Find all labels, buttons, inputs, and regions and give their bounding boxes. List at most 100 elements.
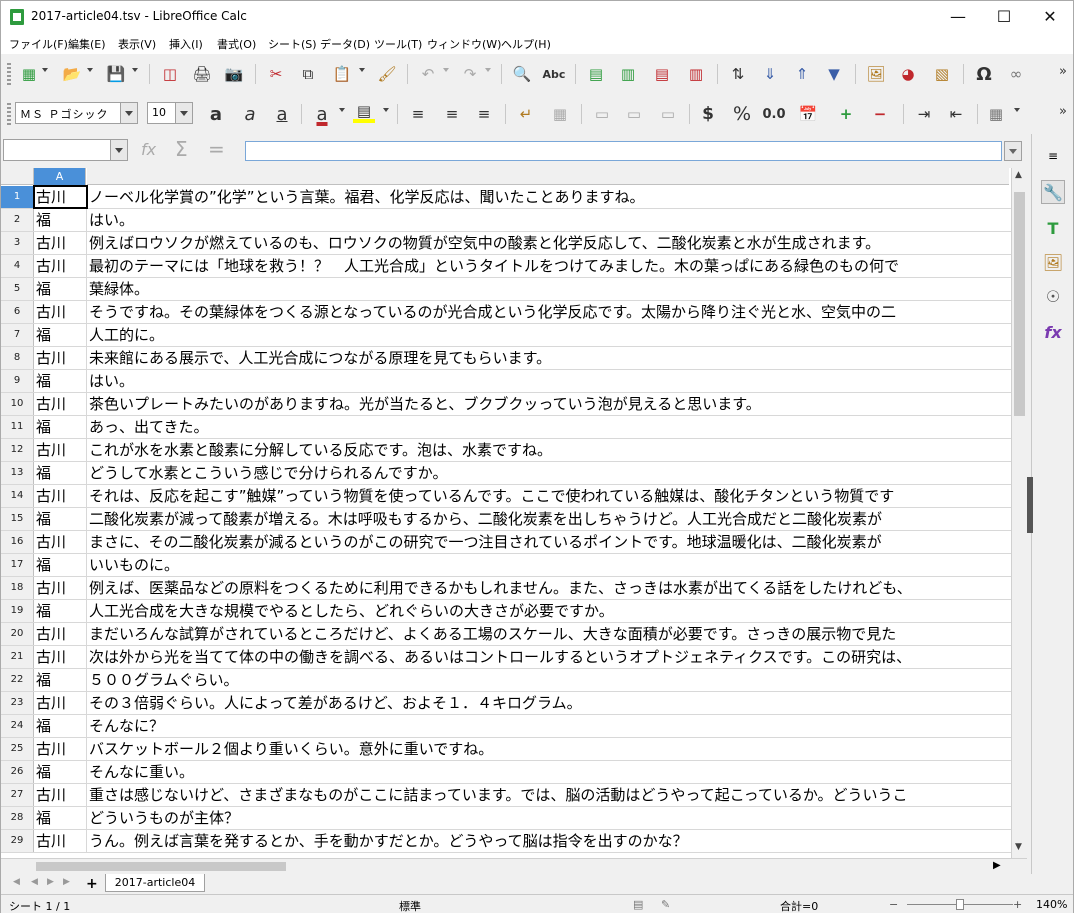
scroll-right-icon[interactable]: ▶ bbox=[993, 860, 1001, 871]
center-vertically-icon[interactable]: ▭ bbox=[623, 103, 645, 125]
add-sheet-button[interactable]: + bbox=[86, 876, 98, 892]
chevron-down-icon[interactable] bbox=[120, 103, 137, 123]
cell-utterance[interactable]: そんなに重い。 bbox=[87, 761, 1011, 783]
underline-icon[interactable]: a bbox=[271, 103, 293, 125]
cell-speaker[interactable]: 福 bbox=[34, 600, 87, 622]
first-sheet-icon[interactable]: ◀ bbox=[13, 877, 20, 887]
merge-cells-icon[interactable]: ▦ bbox=[549, 103, 571, 125]
previous-sheet-icon[interactable]: ◀ bbox=[31, 877, 38, 887]
copy-icon[interactable]: ⧉ bbox=[297, 63, 319, 85]
new-spreadsheet-icon[interactable]: ▦ bbox=[18, 63, 40, 85]
sort-ascending-icon[interactable]: ⇓ bbox=[759, 63, 781, 85]
align-bottom-icon[interactable]: ▭ bbox=[657, 103, 679, 125]
increase-indent-icon[interactable]: ⇥ bbox=[913, 103, 935, 125]
percent-format-button[interactable]: % bbox=[731, 103, 753, 125]
save-icon[interactable]: 💾 bbox=[105, 63, 127, 85]
insert-image-icon[interactable]: 🖼 bbox=[865, 63, 887, 85]
styles-icon[interactable]: T bbox=[1041, 216, 1065, 240]
print-preview-icon[interactable]: 📷 bbox=[223, 63, 245, 85]
maximize-button[interactable]: ☐ bbox=[981, 1, 1027, 32]
wrap-text-icon[interactable]: ↵ bbox=[515, 103, 537, 125]
cell-speaker[interactable]: 福 bbox=[34, 761, 87, 783]
cell-utterance[interactable]: これが水を水素と酸素に分解している反応です。泡は、水素ですね。 bbox=[87, 439, 1011, 461]
cell-speaker[interactable]: 福 bbox=[34, 370, 87, 392]
sort-icon[interactable]: ⇅ bbox=[727, 63, 749, 85]
formula-input[interactable] bbox=[245, 141, 1002, 161]
scroll-down-icon[interactable]: ▼ bbox=[1015, 842, 1022, 852]
cell-utterance[interactable]: その３倍弱ぐらい。人によって差があるけど、およそ１．４キログラム。 bbox=[87, 692, 1011, 714]
cell-speaker[interactable]: 古川 bbox=[33, 185, 88, 209]
row-header[interactable]: 14 bbox=[1, 485, 34, 507]
toolbar-grip[interactable] bbox=[7, 103, 11, 125]
close-button[interactable]: ✕ bbox=[1027, 1, 1073, 32]
menu-file[interactable]: ファイル(F) bbox=[9, 36, 68, 52]
menu-edit[interactable]: 編集(E) bbox=[68, 36, 106, 52]
cell-speaker[interactable]: 福 bbox=[34, 508, 87, 530]
zoom-out-icon[interactable]: − bbox=[889, 898, 898, 911]
export-pdf-icon[interactable]: ◫ bbox=[159, 63, 181, 85]
special-character-icon[interactable]: Ω bbox=[973, 63, 995, 85]
row-header[interactable]: 4 bbox=[1, 255, 34, 277]
cell-speaker[interactable]: 古川 bbox=[34, 347, 87, 369]
toolbar-overflow-icon[interactable]: » bbox=[1059, 104, 1067, 119]
row-header[interactable]: 19 bbox=[1, 600, 34, 622]
cell-speaker[interactable]: 古川 bbox=[34, 738, 87, 760]
cut-icon[interactable]: ✂ bbox=[265, 63, 287, 85]
insert-rows-icon[interactable]: ▤ bbox=[585, 63, 607, 85]
menu-view[interactable]: 表示(V) bbox=[118, 36, 156, 52]
align-center-icon[interactable]: ≡ bbox=[441, 103, 463, 125]
cell-speaker[interactable]: 古川 bbox=[34, 255, 87, 277]
cell-utterance[interactable]: どういうものが主体？ bbox=[87, 807, 1011, 829]
cell-speaker[interactable]: 古川 bbox=[34, 232, 87, 254]
next-sheet-icon[interactable]: ▶ bbox=[47, 877, 54, 887]
currency-format-button[interactable]: $ bbox=[697, 103, 719, 125]
sidebar-collapse-handle[interactable] bbox=[1027, 477, 1033, 533]
cell-speaker[interactable]: 古川 bbox=[34, 485, 87, 507]
chevron-down-icon[interactable] bbox=[110, 140, 127, 160]
cell-speaker[interactable]: 福 bbox=[34, 278, 87, 300]
gallery-icon[interactable]: 🖼 bbox=[1041, 250, 1065, 274]
menu-window[interactable]: ウィンドウ(W) bbox=[427, 36, 501, 52]
highlight-color-icon[interactable]: ▤ bbox=[353, 102, 375, 123]
cell-utterance[interactable]: まさに、その二酸化炭素が減るというのがこの研究で一つ注目されているポイントです。… bbox=[87, 531, 1011, 553]
menu-help[interactable]: ヘルプ(H) bbox=[501, 36, 551, 52]
print-icon[interactable]: 🖨 bbox=[191, 63, 213, 85]
insert-columns-icon[interactable]: ▥ bbox=[617, 63, 639, 85]
cell-speaker[interactable]: 古川 bbox=[34, 692, 87, 714]
clone-formatting-icon[interactable]: 🖌 bbox=[376, 63, 398, 85]
menu-tools[interactable]: ツール(T) bbox=[374, 36, 422, 52]
vertical-scroll-thumb[interactable] bbox=[1014, 192, 1025, 416]
row-header[interactable]: 27 bbox=[1, 784, 34, 806]
horizontal-scrollbar[interactable]: ▶ bbox=[1, 858, 1027, 874]
row-header[interactable]: 25 bbox=[1, 738, 34, 760]
delete-rows-icon[interactable]: ▤ bbox=[651, 63, 673, 85]
decrease-indent-icon[interactable]: ⇤ bbox=[945, 103, 967, 125]
cell-speaker[interactable]: 古川 bbox=[34, 301, 87, 323]
column-header-a[interactable]: A bbox=[34, 168, 86, 185]
row-header[interactable]: 10 bbox=[1, 393, 34, 415]
row-header[interactable]: 24 bbox=[1, 715, 34, 737]
align-top-icon[interactable]: ▭ bbox=[591, 103, 613, 125]
cell-speaker[interactable]: 福 bbox=[34, 554, 87, 576]
toolbar-overflow-icon[interactable]: » bbox=[1059, 64, 1067, 79]
cell-utterance[interactable]: ５００グラムぐらい。 bbox=[87, 669, 1011, 691]
row-header[interactable]: 11 bbox=[1, 416, 34, 438]
font-color-icon[interactable]: a bbox=[311, 103, 333, 125]
cell-utterance[interactable]: うん。例えば言葉を発するとか、手を動かすだとか。どうやって脳は指令を出すのかな？ bbox=[87, 830, 1011, 852]
selection-mode-icon[interactable]: ▤ bbox=[633, 898, 643, 911]
cell-utterance[interactable]: はい。 bbox=[87, 209, 1011, 231]
bold-icon[interactable]: a bbox=[205, 103, 227, 125]
formula-icon[interactable]: = bbox=[208, 137, 225, 161]
date-format-icon[interactable]: 📅 bbox=[797, 103, 819, 125]
cell-utterance[interactable]: そんなに？ bbox=[87, 715, 1011, 737]
cell-speaker[interactable]: 福 bbox=[34, 462, 87, 484]
sheet-tab[interactable]: 2017-article04 bbox=[105, 874, 205, 892]
cell-utterance[interactable]: まだいろんな試算がされているところだけど、よくある工場のスケール、大きな面積が必… bbox=[87, 623, 1011, 645]
cell-utterance[interactable]: それは、反応を起こす”触媒”っていう物質を使っているんです。ここで使われている触… bbox=[87, 485, 1011, 507]
row-header[interactable]: 18 bbox=[1, 577, 34, 599]
scroll-up-icon[interactable]: ▲ bbox=[1015, 170, 1022, 180]
zoom-slider-thumb[interactable] bbox=[956, 899, 964, 910]
paste-icon[interactable]: 📋 bbox=[331, 63, 353, 85]
hyperlink-icon[interactable]: ∞ bbox=[1005, 63, 1027, 85]
italic-icon[interactable]: a bbox=[239, 103, 261, 125]
